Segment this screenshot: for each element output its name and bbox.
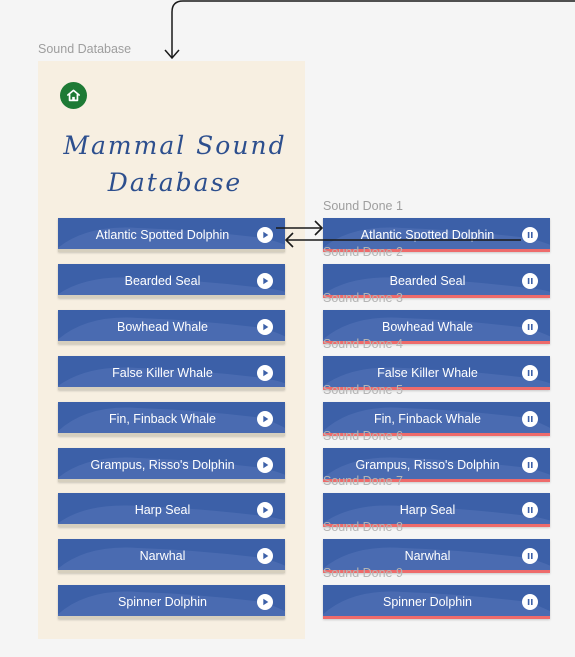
sound-card-label: Grampus, Risso's Dolphin [90,458,235,472]
frame-label-sound-done: Sound Done 6 [323,429,403,443]
sound-card-label: Atlantic Spotted Dolphin [95,228,230,242]
play-icon [263,598,269,606]
flow-connector-line [171,0,575,58]
sound-card[interactable]: Grampus, Risso's Dolphin [58,448,285,482]
pause-icon [527,232,533,238]
play-icon [263,461,269,469]
pause-icon [527,462,533,468]
play-icon [263,277,269,285]
pause-button[interactable] [522,548,538,564]
pause-icon [527,370,533,376]
pause-button[interactable] [522,457,538,473]
sound-card-label: Narwhal [139,549,186,563]
frame-label-sound-done: Sound Done 4 [323,337,403,351]
frame-label-sound-database: Sound Database [38,42,132,56]
play-button[interactable] [257,502,273,518]
play-button[interactable] [257,548,273,564]
frame-label-sound-done: Sound Done 3 [323,291,403,305]
pause-button[interactable] [522,227,538,243]
pause-button[interactable] [522,502,538,518]
sound-card[interactable]: Atlantic Spotted Dolphin [58,218,285,252]
title-line-2: Database [107,168,243,197]
sound-card-label: Bearded Seal [124,274,201,288]
sound-card[interactable]: Bowhead Whale [58,310,285,344]
play-button[interactable] [257,411,273,427]
home-icon [67,89,80,102]
play-icon [263,369,269,377]
frame-label-sound-done: Sound Done 8 [323,520,403,534]
sound-card-label: Spinner Dolphin [118,595,207,609]
home-button[interactable] [60,82,87,109]
play-icon [263,415,269,423]
sound-card[interactable]: Fin, Finback Whale [58,402,285,436]
pause-icon [527,599,533,605]
sound-card[interactable]: Spinner Dolphin [58,585,285,619]
sound-card[interactable]: Harp Seal [58,493,285,527]
play-button[interactable] [257,227,273,243]
pause-button[interactable] [522,319,538,335]
pause-icon [527,416,533,422]
play-icon [263,323,269,331]
play-button[interactable] [257,319,273,335]
frame-label-sound-done: Sound Done 1 [323,199,403,213]
pause-icon [527,507,533,513]
sound-card-label: Spinner Dolphin [383,595,472,609]
pause-button[interactable] [522,594,538,610]
flow-arrowhead [164,49,180,60]
play-icon [263,231,269,239]
page-title: Mammal Sound Database [55,127,295,201]
play-button[interactable] [257,273,273,289]
pause-button[interactable] [522,411,538,427]
frame-label-sound-done: Sound Done 9 [323,566,403,580]
play-button[interactable] [257,365,273,381]
sound-card-label: False Killer Whale [112,366,213,380]
pause-icon [527,278,533,284]
play-button[interactable] [257,594,273,610]
sound-card[interactable]: Bearded Seal [58,264,285,298]
pause-icon [527,553,533,559]
sound-card[interactable]: False Killer Whale [58,356,285,390]
pause-icon [527,324,533,330]
pause-button[interactable] [522,365,538,381]
frame-label-sound-done: Sound Done 2 [323,245,403,259]
frame-label-sound-done: Sound Done 5 [323,383,403,397]
sound-card-label: Fin, Finback Whale [109,412,216,426]
title-line-1: Mammal Sound [63,131,287,160]
play-icon [263,506,269,514]
sound-done-card[interactable]: Spinner Dolphin [323,585,550,619]
play-button[interactable] [257,457,273,473]
sound-card[interactable]: Narwhal [58,539,285,573]
play-icon [263,552,269,560]
frame-label-sound-done: Sound Done 7 [323,474,403,488]
pause-button[interactable] [522,273,538,289]
sound-card-label: Harp Seal [134,503,191,517]
sound-card-label: Bowhead Whale [116,320,209,334]
